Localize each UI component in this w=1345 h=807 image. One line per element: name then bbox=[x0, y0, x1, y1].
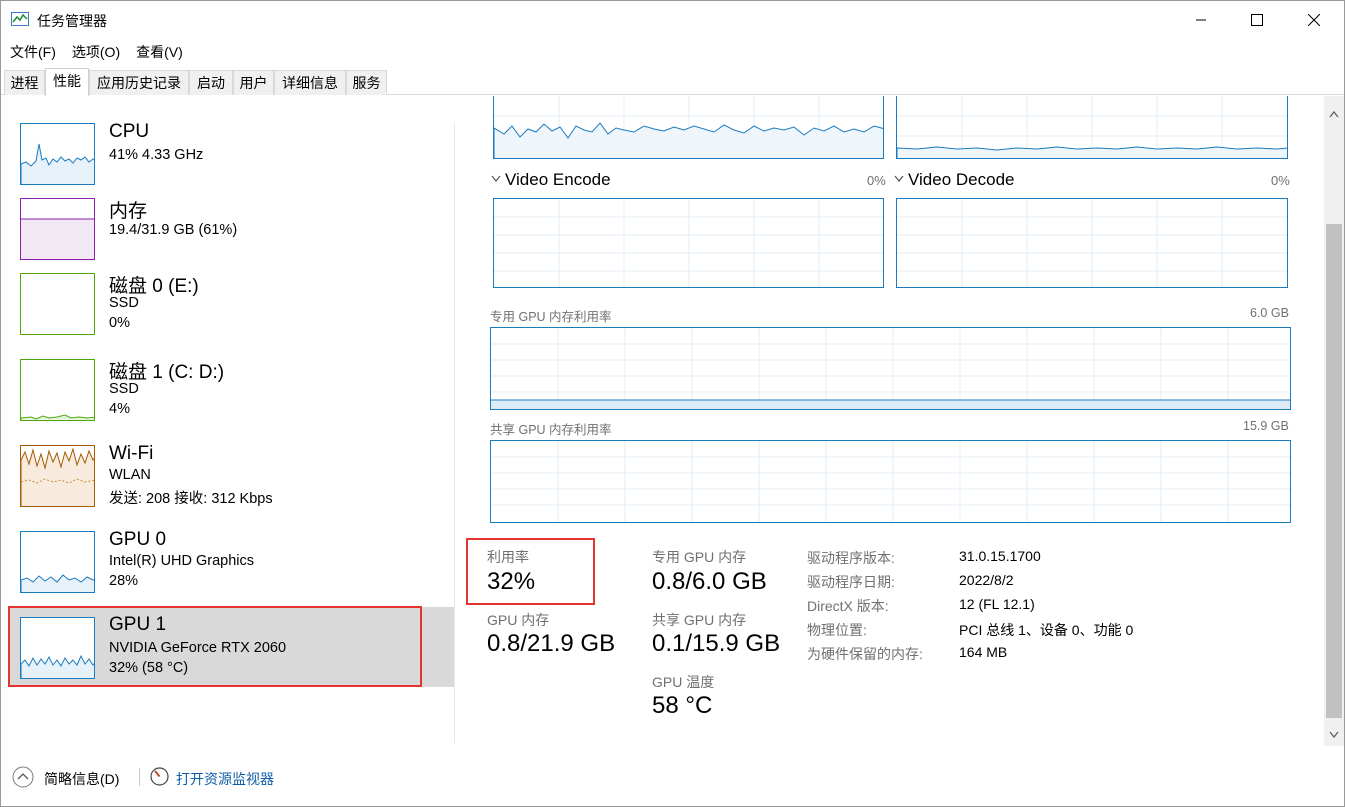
sidebar-item-disk-1[interactable]: 磁盘 1 (C: D:) SSD 4% bbox=[9, 352, 454, 432]
gpu1-highlight-box bbox=[8, 606, 422, 687]
task-manager-icon bbox=[11, 12, 29, 26]
video-encode-graph bbox=[493, 198, 884, 288]
tab-processes[interactable]: 进程 bbox=[4, 70, 45, 95]
footer-divider bbox=[139, 768, 140, 786]
chevron-up-icon bbox=[1329, 110, 1339, 117]
dedicated-memory-label: 专用 GPU 内存 bbox=[652, 549, 747, 565]
sidebar-item-title: GPU 0 bbox=[109, 529, 167, 550]
shared-memory-label: 共享 GPU 内存 bbox=[652, 612, 747, 628]
gpu-temperature-value: 58 °C bbox=[652, 692, 713, 719]
sidebar-item-detail: SSD bbox=[109, 295, 139, 311]
minimize-icon bbox=[1195, 19, 1206, 21]
collapse-chevron-up-icon[interactable] bbox=[12, 766, 34, 788]
menu-view[interactable]: 查看(V) bbox=[127, 41, 190, 63]
chevron-down-icon bbox=[1329, 731, 1339, 738]
sidebar-item-title: Wi-Fi bbox=[109, 443, 154, 464]
menu-bar: 文件(F) 选项(O) 查看(V) bbox=[1, 41, 190, 63]
tab-services[interactable]: 服务 bbox=[346, 70, 387, 95]
scroll-up-arrow[interactable] bbox=[1324, 104, 1344, 124]
open-resource-monitor-link[interactable]: 打开资源监视器 bbox=[176, 769, 274, 789]
disk1-thumbnail-graph bbox=[20, 359, 95, 421]
scroll-down-arrow[interactable] bbox=[1324, 724, 1344, 744]
sidebar-item-title: 磁盘 1 (C: D:) bbox=[109, 362, 225, 383]
driver-version-key: 驱动程序版本: bbox=[807, 550, 895, 566]
video-decode-graph bbox=[896, 198, 1288, 288]
sidebar-item-cpu[interactable]: CPU 41% 4.33 GHz bbox=[9, 116, 454, 196]
video-encode-label[interactable]: Video Encode bbox=[505, 170, 611, 190]
gpu-memory-label: GPU 内存 bbox=[487, 612, 550, 628]
sidebar-item-wifi[interactable]: Wi-Fi WLAN 发送: 208 接收: 312 Kbps bbox=[9, 438, 454, 518]
reserved-memory-key: 为硬件保留的内存: bbox=[807, 646, 923, 662]
utilization-highlight-box bbox=[466, 538, 595, 605]
shared-memory-value: 0.1/15.9 GB bbox=[652, 630, 781, 657]
reserved-memory-value: 164 MB bbox=[959, 644, 1008, 660]
sidebar-item-detail: Intel(R) UHD Graphics bbox=[109, 553, 255, 569]
memory-thumbnail-graph bbox=[20, 198, 95, 260]
fewer-details-link[interactable]: 简略信息(D) bbox=[44, 769, 119, 789]
shared-memory-graph-label: 共享 GPU 内存利用率 bbox=[490, 423, 612, 437]
chevron-down-icon[interactable] bbox=[491, 175, 501, 183]
footer-bar: 简略信息(D) 打开资源监视器 bbox=[1, 756, 1344, 796]
tab-bar: 进程 性能 应用历史记录 启动 用户 详细信息 服务 bbox=[1, 68, 1344, 96]
gpu-temperature-label: GPU 温度 bbox=[652, 674, 715, 690]
sidebar-item-detail: SSD bbox=[109, 381, 139, 397]
sidebar-item-usage: 0% bbox=[109, 315, 130, 331]
wifi-thumbnail-graph bbox=[20, 445, 95, 507]
tab-details[interactable]: 详细信息 bbox=[274, 70, 346, 95]
physical-location-key: 物理位置: bbox=[807, 622, 867, 638]
tab-startup[interactable]: 启动 bbox=[189, 70, 233, 95]
sidebar-item-gpu-0[interactable]: GPU 0 Intel(R) UHD Graphics 28% bbox=[9, 524, 454, 604]
engine-graph-left bbox=[493, 96, 884, 159]
menu-options[interactable]: 选项(O) bbox=[63, 41, 127, 63]
gpu-memory-value: 0.8/21.9 GB bbox=[487, 630, 616, 657]
video-decode-label[interactable]: Video Decode bbox=[908, 170, 1015, 190]
task-manager-window: 任务管理器 文件(F) 选项(O) 查看(V) 进程 性能 应用历史记录 启动 … bbox=[0, 0, 1345, 807]
window-title: 任务管理器 bbox=[37, 13, 107, 29]
sidebar-item-detail: 41% 4.33 GHz bbox=[109, 147, 204, 163]
sidebar-item-memory[interactable]: 内存 19.4/31.9 GB (61%) bbox=[9, 191, 454, 271]
driver-date-key: 驱动程序日期: bbox=[807, 574, 895, 590]
sidebar-item-detail: WLAN bbox=[109, 467, 151, 483]
engine-graph-right bbox=[896, 96, 1288, 159]
directx-version-key: DirectX 版本: bbox=[807, 598, 889, 614]
sidebar-item-usage: 28% bbox=[109, 573, 139, 589]
close-icon bbox=[1307, 14, 1320, 26]
vertical-scrollbar[interactable] bbox=[1324, 96, 1344, 746]
tab-users[interactable]: 用户 bbox=[233, 70, 274, 95]
shared-memory-max: 15.9 GB bbox=[1243, 419, 1289, 433]
sidebar-item-disk-0[interactable]: 磁盘 0 (E:) SSD 0% bbox=[9, 266, 454, 346]
dedicated-memory-graph bbox=[490, 327, 1291, 410]
chevron-down-icon[interactable] bbox=[894, 175, 904, 183]
video-decode-percent: 0% bbox=[1271, 173, 1290, 188]
sidebar-item-title: CPU bbox=[109, 121, 150, 142]
title-bar: 任务管理器 bbox=[1, 1, 1344, 39]
sidebar-item-usage: 4% bbox=[109, 401, 130, 417]
maximize-icon bbox=[1250, 14, 1263, 26]
shared-memory-graph bbox=[490, 440, 1291, 523]
maximize-button[interactable] bbox=[1229, 1, 1284, 39]
sidebar-item-detail: 19.4/31.9 GB (61%) bbox=[109, 222, 238, 238]
menu-file[interactable]: 文件(F) bbox=[1, 41, 63, 63]
dedicated-memory-value: 0.8/6.0 GB bbox=[652, 568, 767, 595]
driver-version-value: 31.0.15.1700 bbox=[959, 548, 1041, 564]
panel-divider bbox=[454, 123, 455, 743]
disk0-thumbnail-graph bbox=[20, 273, 95, 335]
physical-location-value: PCI 总线 1、设备 0、功能 0 bbox=[959, 622, 1134, 638]
gpu0-thumbnail-graph bbox=[20, 531, 95, 593]
close-button[interactable] bbox=[1286, 1, 1341, 39]
directx-version-value: 12 (FL 12.1) bbox=[959, 596, 1035, 612]
sidebar-item-title: 内存 bbox=[109, 201, 148, 222]
cpu-thumbnail-graph bbox=[20, 123, 95, 185]
tab-app-history[interactable]: 应用历史记录 bbox=[89, 70, 189, 95]
minimize-button[interactable] bbox=[1173, 1, 1228, 39]
scrollbar-thumb[interactable] bbox=[1326, 224, 1342, 718]
sidebar-item-throughput: 发送: 208 接收: 312 Kbps bbox=[109, 491, 273, 507]
sidebar-item-title: 磁盘 0 (E:) bbox=[109, 276, 199, 297]
dedicated-memory-max: 6.0 GB bbox=[1250, 306, 1289, 320]
tab-performance[interactable]: 性能 bbox=[45, 68, 89, 96]
video-encode-percent: 0% bbox=[867, 173, 886, 188]
driver-date-value: 2022/8/2 bbox=[959, 572, 1014, 588]
dedicated-memory-graph-label: 专用 GPU 内存利用率 bbox=[490, 310, 612, 324]
resource-monitor-icon bbox=[150, 767, 169, 786]
